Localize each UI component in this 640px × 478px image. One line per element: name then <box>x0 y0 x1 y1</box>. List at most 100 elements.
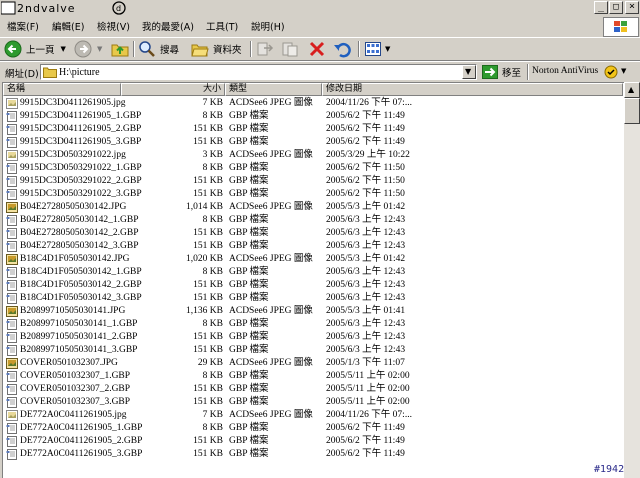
file-modified: 2005/6/3 上午 12:43 <box>326 345 406 355</box>
minimize-button[interactable]: _ <box>594 1 608 14</box>
file-name: B04E27280505030142.JPG <box>20 202 127 212</box>
views-button[interactable]: ▼ <box>364 40 390 58</box>
file-row[interactable]: B20899710505030141_3.GBP 151 KB GBP 檔案 2005… <box>3 344 623 357</box>
file-type: GBP 檔案 <box>229 332 269 342</box>
folders-button[interactable]: 資料夾 <box>191 40 242 58</box>
close-button[interactable]: × <box>625 1 639 14</box>
up-folder-icon <box>111 44 129 57</box>
gbp-icon <box>6 111 18 122</box>
menu-edit[interactable]: 編輯(E) <box>52 19 84 33</box>
gbp-icon <box>6 267 18 278</box>
file-modified: 2005/6/3 上午 12:43 <box>326 280 406 290</box>
scroll-up-button[interactable]: ▲ <box>624 82 640 98</box>
menu-file[interactable]: 檔案(F) <box>7 19 39 33</box>
back-arrow-icon <box>4 40 22 58</box>
file-modified: 2005/6/2 下午 11:49 <box>326 137 405 147</box>
file-name: B18C4D1F0505030142.JPG <box>20 254 130 264</box>
file-row[interactable]: DE772A0C0411261905_2.GBP 151 KB GBP 檔案 2005… <box>3 435 623 448</box>
file-row[interactable]: 9915DC3D0503291022.jpg 3 KB ACDSee6 JPEG 圖… <box>3 149 623 162</box>
file-row[interactable]: B04E27280505030142_3.GBP 151 KB GBP 檔案 2005… <box>3 240 623 253</box>
file-row[interactable]: 9915DC3D0503291022_1.GBP 8 KB GBP 檔案 2005/6… <box>3 162 623 175</box>
file-size: 151 KB <box>193 137 223 147</box>
file-row[interactable]: B18C4D1F0505030142_1.GBP 8 KB GBP 檔案 2005/6… <box>3 266 623 279</box>
file-row[interactable]: 9915DC3D0411261905_2.GBP 151 KB GBP 檔案 2005… <box>3 123 623 136</box>
file-row[interactable]: B20899710505030141_1.GBP 8 KB GBP 檔案 2005/6… <box>3 318 623 331</box>
views-dropdown-icon[interactable]: ▼ <box>385 45 390 53</box>
move-to-button[interactable] <box>256 40 274 58</box>
undo-button[interactable] <box>333 40 351 58</box>
delete-x-icon <box>309 41 325 57</box>
file-size: 8 KB <box>202 267 223 277</box>
column-modified[interactable]: 修改日期 <box>322 83 623 96</box>
menu-help[interactable]: 說明(H) <box>251 19 285 33</box>
file-modified: 2005/5/11 上午 02:00 <box>326 397 410 407</box>
menu-tools[interactable]: 工具(T) <box>206 19 238 33</box>
gbp-icon <box>6 449 18 460</box>
maximize-button[interactable]: □ <box>609 1 623 14</box>
file-row[interactable]: 9915DC3D0411261905_3.GBP 151 KB GBP 檔案 2005… <box>3 136 623 149</box>
folders-icon <box>191 44 209 57</box>
norton-dropdown-icon[interactable]: ▼ <box>621 67 626 75</box>
scroll-thumb[interactable] <box>624 98 640 124</box>
chevron-down-icon: ▼ <box>465 67 472 76</box>
file-row[interactable]: 9915DC3D0411261905_1.GBP 8 KB GBP 檔案 2005/6… <box>3 110 623 123</box>
file-type: GBP 檔案 <box>229 397 269 407</box>
file-row[interactable]: DE772A0C0411261905.jpg 7 KB ACDSee6 JPEG 圖… <box>3 409 623 422</box>
back-dropdown-icon[interactable]: ▼ <box>61 45 66 53</box>
copy-to-button[interactable] <box>281 40 299 58</box>
file-row[interactable]: B20899710505030141_2.GBP 151 KB GBP 檔案 2005… <box>3 331 623 344</box>
svg-text:2ndvalve: 2ndvalve <box>17 2 76 15</box>
menu-view[interactable]: 檢視(V) <box>97 19 130 33</box>
file-size: 151 KB <box>193 280 223 290</box>
file-row[interactable]: 9915DC3D0503291022_2.GBP 151 KB GBP 檔案 2005… <box>3 175 623 188</box>
windows-logo-icon <box>603 17 639 37</box>
gbp-icon <box>6 397 18 408</box>
file-name: 9915DC3D0503291022.jpg <box>20 150 126 160</box>
file-modified: 2005/5/3 上午 01:42 <box>326 202 406 212</box>
column-size[interactable]: 大小 <box>121 83 225 96</box>
file-row[interactable]: B04E27280505030142_1.GBP 8 KB GBP 檔案 2005/6… <box>3 214 623 227</box>
file-list[interactable]: 名稱 大小 類型 修改日期 9915DC3D0411261905.jpg 7 KB… <box>2 82 624 478</box>
norton-shield-icon[interactable] <box>604 65 618 79</box>
back-button[interactable]: 上一頁 ▼ <box>4 40 66 58</box>
jpeg-icon <box>6 150 18 161</box>
go-button[interactable]: 移至 <box>482 64 521 80</box>
file-type: GBP 檔案 <box>229 176 269 186</box>
move-to-icon <box>257 42 274 56</box>
file-row[interactable]: COVER0501032307.JPG 29 KB ACDSee6 JPEG 圖像 2… <box>3 357 623 370</box>
file-row[interactable]: B18C4D1F0505030142_2.GBP 151 KB GBP 檔案 2005… <box>3 279 623 292</box>
file-type: GBP 檔案 <box>229 449 269 459</box>
file-row[interactable]: COVER0501032307_1.GBP 8 KB GBP 檔案 2005/5/11… <box>3 370 623 383</box>
forward-dropdown-icon[interactable]: ▼ <box>97 45 102 53</box>
file-row[interactable]: B20899710505030141.JPG 1,136 KB ACDSee6 JP… <box>3 305 623 318</box>
menu-favorites[interactable]: 我的最愛(A) <box>142 19 194 33</box>
file-row[interactable]: B18C4D1F0505030142.JPG 1,020 KB ACDSee6 JP… <box>3 253 623 266</box>
file-row[interactable]: 9915DC3D0411261905.jpg 7 KB ACDSee6 JPEG 圖… <box>3 97 623 110</box>
file-size: 151 KB <box>193 397 223 407</box>
file-size: 151 KB <box>193 345 223 355</box>
search-button[interactable]: 搜尋 <box>138 40 179 58</box>
file-row[interactable]: B18C4D1F0505030142_3.GBP 151 KB GBP 檔案 2005… <box>3 292 623 305</box>
column-type[interactable]: 類型 <box>225 83 322 96</box>
file-row[interactable]: 9915DC3D0503291022_3.GBP 151 KB GBP 檔案 2005… <box>3 188 623 201</box>
delete-button[interactable] <box>308 40 326 58</box>
file-type: GBP 檔案 <box>229 371 269 381</box>
forward-button[interactable]: ▼ <box>74 40 102 58</box>
file-row[interactable]: B04E27280505030142_2.GBP 151 KB GBP 檔案 2005… <box>3 227 623 240</box>
column-name[interactable]: 名稱 <box>3 83 121 96</box>
gbp-icon <box>6 436 18 447</box>
file-row[interactable]: DE772A0C0411261905_3.GBP 151 KB GBP 檔案 2005… <box>3 448 623 461</box>
folders-label: 資料夾 <box>213 45 242 56</box>
file-row[interactable]: COVER0501032307_2.GBP 151 KB GBP 檔案 2005/5/… <box>3 383 623 396</box>
views-grid-icon <box>365 42 381 56</box>
app-logo: 2ndvalve d <box>1 1 126 15</box>
vertical-scrollbar[interactable]: ▲ <box>624 82 640 478</box>
file-row[interactable]: COVER0501032307_3.GBP 151 KB GBP 檔案 2005/5/… <box>3 396 623 409</box>
file-type: GBP 檔案 <box>229 228 269 238</box>
file-row[interactable]: DE772A0C0411261905_1.GBP 8 KB GBP 檔案 2005/6… <box>3 422 623 435</box>
up-folder-button[interactable] <box>111 40 129 58</box>
file-row[interactable]: B04E27280505030142.JPG 1,014 KB ACDSee6 JP… <box>3 201 623 214</box>
address-dropdown-button[interactable]: ▼ <box>462 65 476 79</box>
norton-antivirus-label[interactable]: Norton AntiVirus <box>532 66 598 76</box>
address-input[interactable]: H:\picture ▼ <box>40 64 477 80</box>
